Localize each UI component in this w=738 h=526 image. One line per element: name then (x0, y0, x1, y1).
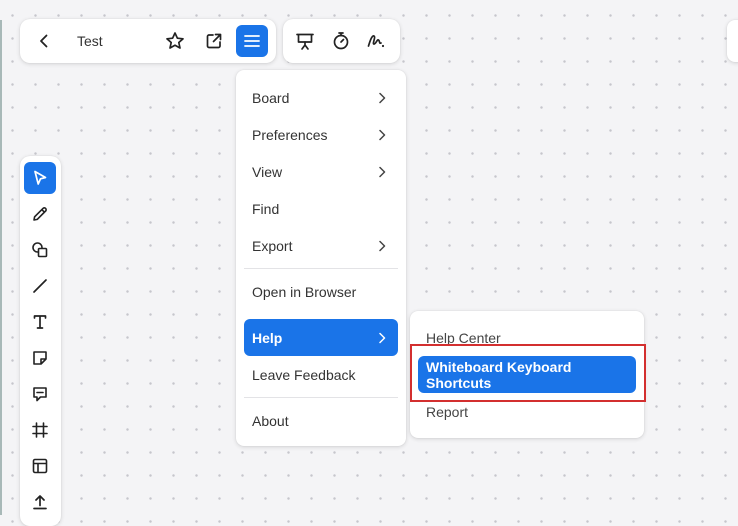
submenu-item-label: Report (426, 403, 469, 420)
right-toolbar-partial (727, 20, 738, 62)
star-icon (165, 31, 185, 51)
pen-icon (31, 205, 49, 223)
submenu-item-label: Help Center (426, 329, 501, 346)
board-header-toolbar: Test (20, 19, 276, 63)
menu-item-label: Leave Feedback (252, 366, 356, 383)
menu-divider (244, 397, 398, 398)
submenu-item-report[interactable]: Report (418, 393, 636, 430)
menu-item-open-in-browser[interactable]: Open in Browser (244, 273, 398, 310)
shapes-tool-button[interactable] (24, 234, 56, 266)
pen-tool-button[interactable] (24, 198, 56, 230)
line-tool-button[interactable] (24, 270, 56, 302)
menu-item-label: View (252, 163, 283, 180)
back-chevron-icon (36, 33, 52, 49)
comment-icon (31, 385, 49, 403)
open-external-button[interactable] (198, 25, 230, 57)
select-pointer-icon (31, 169, 49, 187)
timer-icon (331, 31, 351, 51)
frame-tool-button[interactable] (24, 414, 56, 446)
left-tool-bar (20, 156, 61, 526)
back-button[interactable] (28, 25, 60, 57)
signature-button[interactable] (360, 25, 392, 57)
submenu-item-help-center[interactable]: Help Center (418, 319, 636, 356)
frame-icon (31, 421, 49, 439)
text-tool-button[interactable] (24, 306, 56, 338)
presentation-icon (295, 31, 315, 51)
open-external-icon (205, 32, 223, 50)
menu-divider (244, 268, 398, 269)
menu-item-about[interactable]: About (244, 402, 398, 439)
board-actions-toolbar (283, 19, 400, 63)
menu-item-label: Preferences (252, 126, 328, 143)
chevron-right-icon (378, 91, 386, 109)
sticky-note-tool-button[interactable] (24, 342, 56, 374)
board-title[interactable]: Test (77, 33, 103, 49)
line-icon (31, 277, 49, 295)
chevron-right-icon (378, 239, 386, 257)
menu-item-label: Help (252, 329, 283, 346)
submenu-item-keyboard-shortcuts[interactable]: Whiteboard Keyboard Shortcuts (418, 356, 636, 393)
main-menu-button[interactable] (236, 25, 268, 57)
template-tool-button[interactable] (24, 450, 56, 482)
chevron-right-icon (378, 331, 386, 349)
select-tool-button[interactable] (24, 162, 56, 194)
help-submenu: Help Center Whiteboard Keyboard Shortcut… (410, 311, 644, 438)
signature-icon (366, 31, 386, 51)
favorite-button[interactable] (159, 25, 191, 57)
timer-button[interactable] (325, 25, 357, 57)
hamburger-menu-icon (243, 33, 261, 49)
sticky-note-icon (31, 349, 49, 367)
upload-tool-button[interactable] (24, 486, 56, 518)
text-icon (31, 313, 49, 331)
menu-item-leave-feedback[interactable]: Leave Feedback (244, 356, 398, 393)
window-left-edge (0, 20, 2, 515)
menu-item-label: Export (252, 237, 293, 254)
presentation-button[interactable] (289, 25, 321, 57)
menu-item-label: Find (252, 200, 280, 217)
upload-icon (31, 493, 49, 511)
menu-item-label: Board (252, 89, 290, 106)
menu-item-help[interactable]: Help (244, 319, 398, 356)
menu-item-board[interactable]: Board (244, 79, 398, 116)
shapes-icon (31, 241, 49, 259)
comment-tool-button[interactable] (24, 378, 56, 410)
submenu-item-label: Whiteboard Keyboard Shortcuts (426, 358, 572, 391)
menu-item-label: About (252, 412, 289, 429)
main-menu: Board Preferences View Find Export Open … (236, 70, 406, 446)
template-icon (31, 457, 49, 475)
menu-item-find[interactable]: Find (244, 190, 398, 227)
chevron-right-icon (378, 128, 386, 146)
menu-item-view[interactable]: View (244, 153, 398, 190)
menu-item-export[interactable]: Export (244, 227, 398, 264)
menu-item-label: Open in Browser (252, 283, 357, 300)
menu-item-preferences[interactable]: Preferences (244, 116, 398, 153)
chevron-right-icon (378, 165, 386, 183)
